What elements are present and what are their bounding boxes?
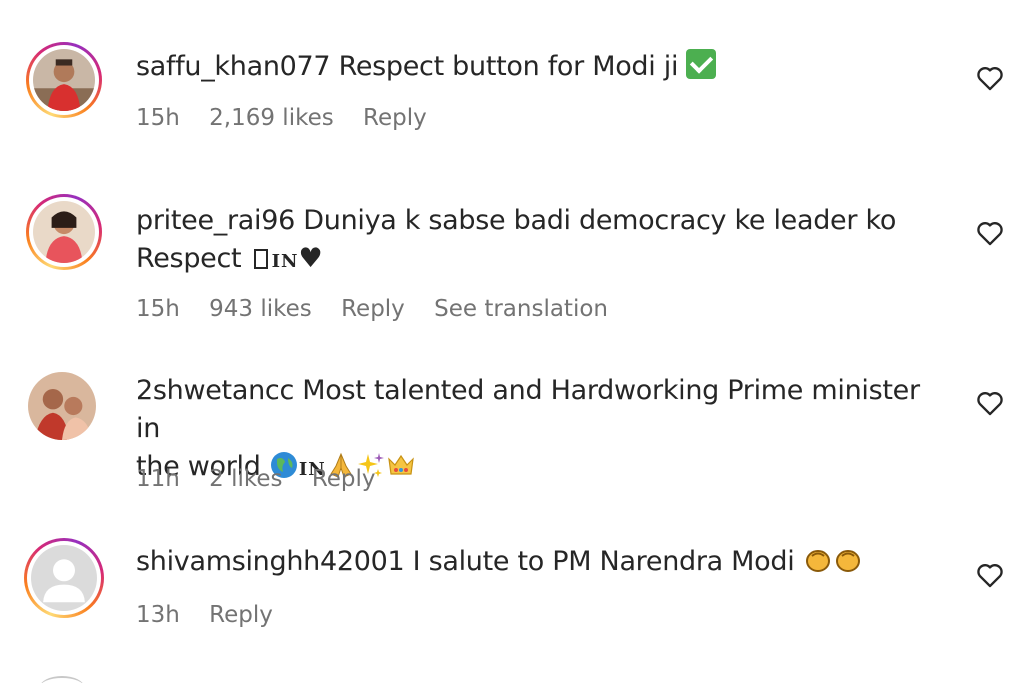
avatar[interactable] — [28, 372, 96, 440]
avatar[interactable] — [26, 194, 102, 270]
like-heart-icon[interactable] — [976, 562, 1004, 588]
like-heart-icon[interactable] — [976, 65, 1004, 91]
reply-button[interactable]: Reply — [312, 466, 376, 492]
default-avatar-icon — [31, 545, 97, 611]
avatar[interactable] — [24, 538, 104, 618]
comment-meta: 15h 943 likes Reply See translation — [136, 296, 630, 322]
comment-username[interactable]: pritee_rai96 — [136, 205, 295, 236]
comment-likes[interactable]: 2,169 likes — [209, 105, 334, 131]
reply-button[interactable]: Reply — [363, 105, 427, 131]
comment-likes[interactable]: 2 likes — [209, 466, 282, 492]
comment-body: I salute to PM Narendra Modi — [412, 546, 795, 577]
comment-body: Respect button for Modi ji — [338, 51, 679, 82]
comment-time: 11h — [136, 466, 180, 492]
comment-text: pritee_rai96 Duniya k sabse badi democra… — [136, 202, 936, 281]
comment-likes[interactable]: 943 likes — [209, 296, 312, 322]
comment-username[interactable]: saffu_khan077 — [136, 51, 331, 82]
see-translation-button[interactable]: See translation — [434, 296, 608, 322]
india-flag-emoji: IN — [271, 251, 299, 272]
comment-username[interactable]: shivamsinghh42001 — [136, 546, 405, 577]
comment-body-line2: Respect — [136, 243, 242, 274]
comment-meta: 13h Reply — [136, 602, 295, 628]
profile-photo-icon — [33, 201, 95, 263]
check-mark-emoji-icon — [686, 49, 717, 79]
comment-text: saffu_khan077 Respect button for Modi ji — [136, 48, 936, 86]
comment-body: Duniya k sabse badi democracy ke leader … — [303, 205, 897, 236]
comment-time: 15h — [136, 296, 180, 322]
heart-emoji: ♥ — [298, 243, 323, 274]
next-comment-avatar — [40, 676, 84, 683]
unsupported-glyph-icon — [253, 249, 268, 269]
clapping-hands-emoji-icon — [833, 545, 863, 575]
reply-button[interactable]: Reply — [341, 296, 405, 322]
like-heart-icon[interactable] — [976, 220, 1004, 246]
comment-time: 15h — [136, 105, 180, 131]
comment-meta: 15h 2,169 likes Reply — [136, 105, 449, 131]
clapping-hands-emoji-icon — [803, 545, 833, 575]
comment-meta: 11h 2 likes Reply — [136, 466, 398, 492]
avatar[interactable] — [26, 42, 102, 118]
comment-time: 13h — [136, 602, 180, 628]
profile-photo-icon — [33, 49, 95, 111]
profile-photo-icon — [28, 372, 96, 440]
comment-text: shivamsinghh42001 I salute to PM Narendr… — [136, 543, 936, 581]
comments-list: saffu_khan077 Respect button for Modi ji… — [0, 0, 1024, 683]
reply-button[interactable]: Reply — [209, 602, 273, 628]
like-heart-icon[interactable] — [976, 390, 1004, 416]
comment-username[interactable]: 2shwetancc — [136, 375, 294, 406]
